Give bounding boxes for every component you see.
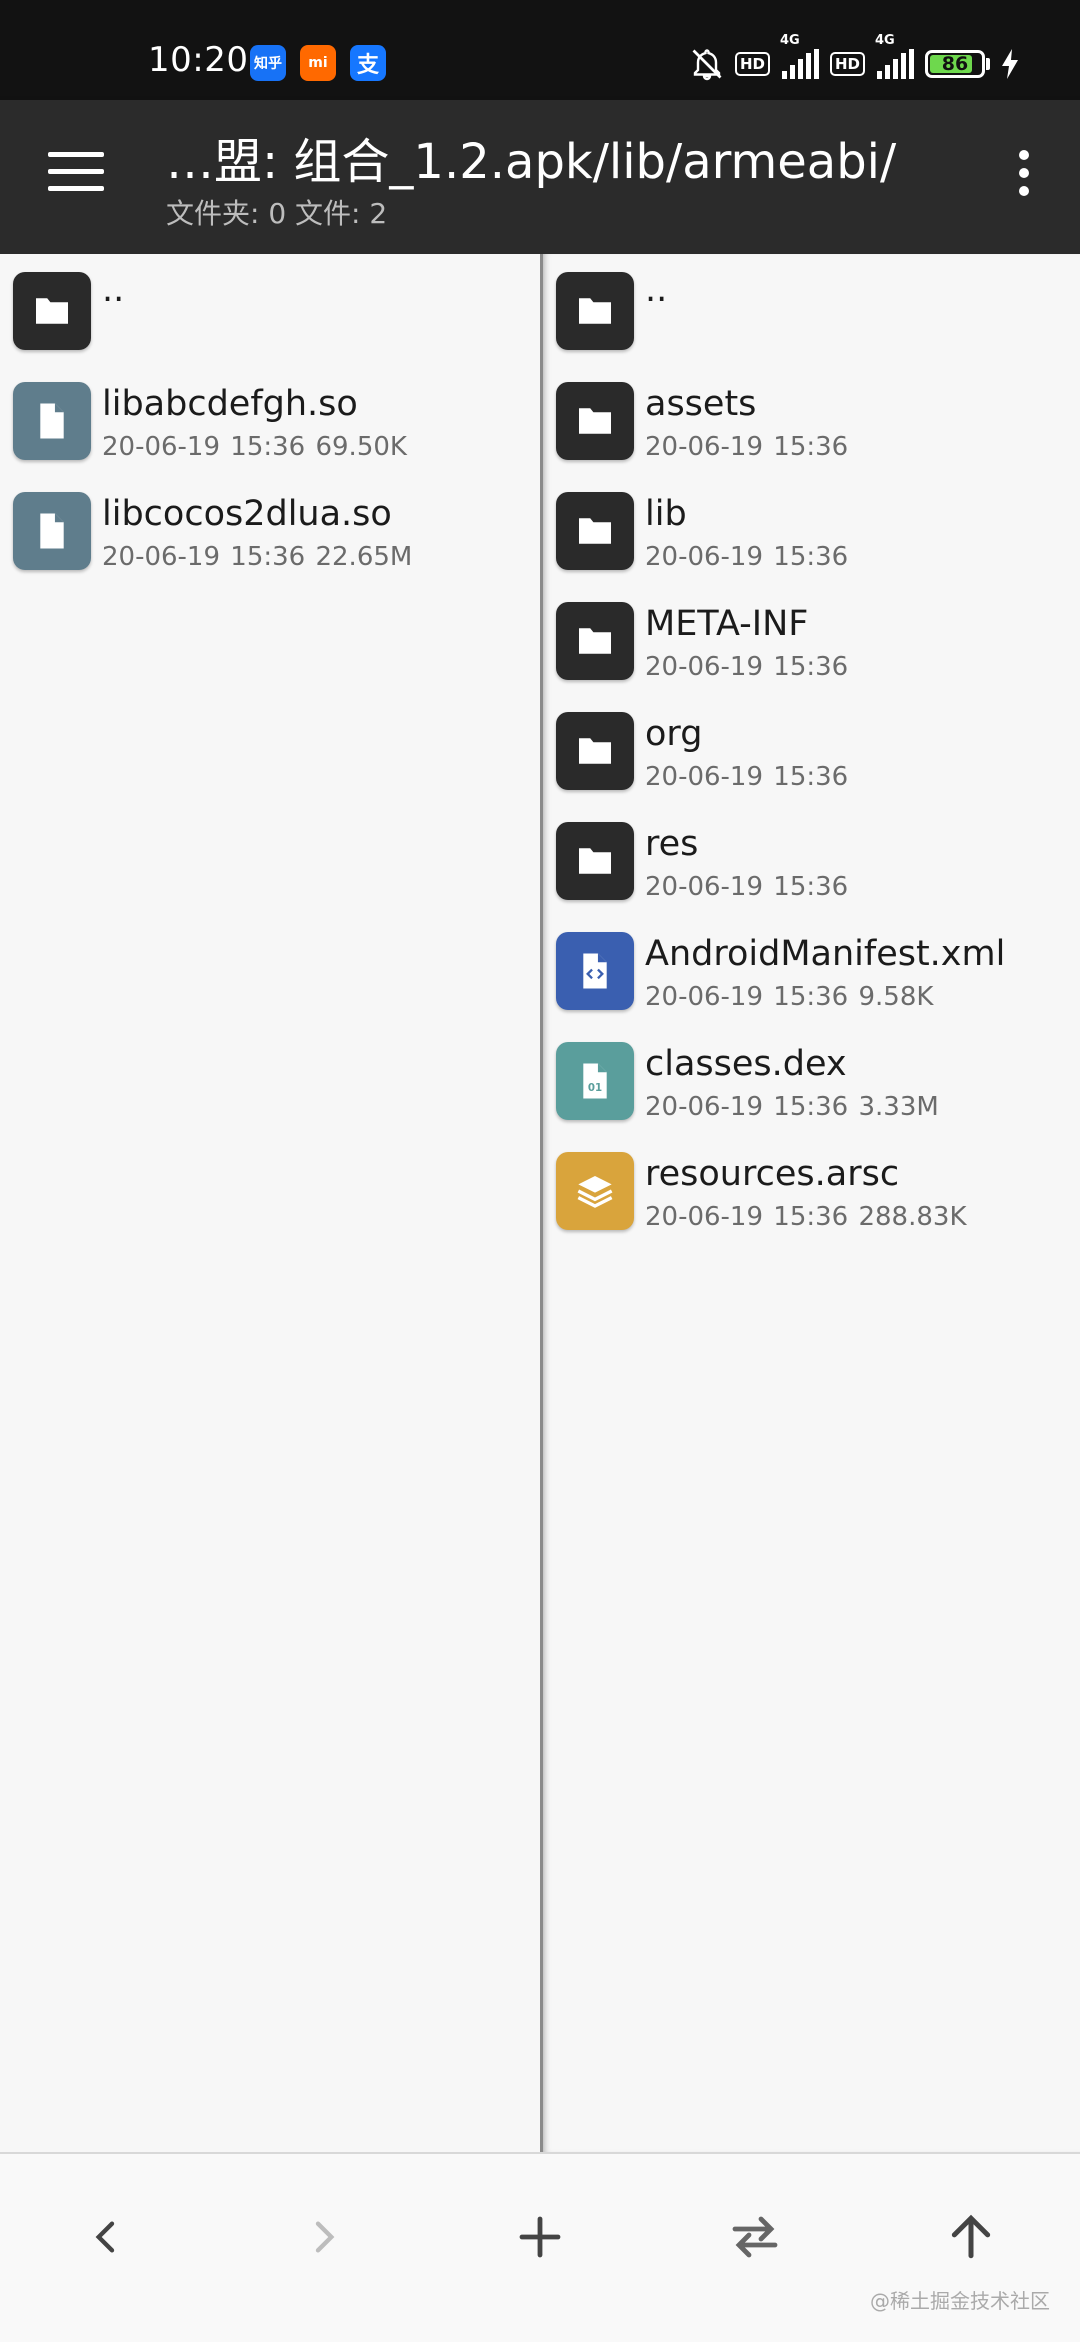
file-meta: 20-06-19 15:36 (645, 432, 849, 462)
list-item[interactable]: .. (543, 260, 1080, 370)
file-meta: 20-06-19 15:36 288.83K (645, 1202, 967, 1232)
hd-badge-2: HD (829, 52, 865, 76)
status-icons: HD 4G HD 4G 86 (689, 33, 1020, 82)
add-icon (519, 2216, 561, 2258)
mi-icon: mi (300, 45, 336, 81)
zhihu-icon: 知乎 (250, 45, 286, 81)
file-name: res (645, 824, 699, 864)
battery-percent: 86 (941, 53, 969, 75)
hd-badge: HD (734, 52, 770, 76)
more-options-icon[interactable] (1014, 150, 1034, 204)
folder-icon (556, 272, 634, 350)
up-arrow-icon (951, 2214, 991, 2259)
file-icon (13, 382, 91, 460)
layers-icon (556, 1152, 634, 1230)
network-label-2: 4G (875, 33, 895, 48)
binary-file-icon: 01 (556, 1042, 634, 1120)
list-item[interactable]: res 20-06-19 15:36 (543, 810, 1080, 920)
file-name: resources.arsc (645, 1154, 900, 1194)
list-item[interactable]: .. (0, 260, 540, 370)
svg-text:01: 01 (588, 1083, 602, 1094)
file-name: lib (645, 494, 687, 534)
network-label: 4G (779, 33, 800, 48)
code-file-icon (556, 932, 634, 1010)
parent-dir-button[interactable] (926, 2192, 1016, 2282)
list-item[interactable]: assets 20-06-19 15:36 (543, 370, 1080, 480)
left-file-pane[interactable]: .. libabcdefgh.so 20-06-19 15:36 69.50K … (0, 254, 540, 2152)
file-name: META-INF (645, 604, 809, 644)
file-meta: 20-06-19 15:36 69.50K (102, 432, 407, 462)
bottom-navigation-bar: @稀土掘金技术社区 (0, 2152, 1080, 2342)
folder-icon (556, 712, 634, 790)
file-name: .. (102, 270, 125, 310)
folder-file-count: 文件夹: 0 文件: 2 (166, 197, 388, 230)
list-item[interactable]: libcocos2dlua.so 20-06-19 15:36 22.65M (0, 480, 540, 590)
right-file-pane[interactable]: .. assets 20-06-19 15:36 lib 20-06-19 15… (543, 254, 1080, 2152)
back-icon (95, 2221, 115, 2253)
signal-icon: 4G (780, 33, 820, 79)
status-time: 10:20 (148, 40, 249, 80)
list-item[interactable]: libabcdefgh.so 20-06-19 15:36 69.50K (0, 370, 540, 480)
list-item[interactable]: 01 classes.dex 20-06-19 15:36 3.33M (543, 1030, 1080, 1140)
forward-icon (315, 2221, 335, 2253)
file-name: assets (645, 384, 757, 424)
back-button[interactable] (62, 2192, 152, 2282)
list-item[interactable]: META-INF 20-06-19 15:36 (543, 590, 1080, 700)
file-meta: 20-06-19 15:36 9.58K (645, 982, 934, 1012)
charging-icon (1000, 49, 1020, 79)
file-meta: 20-06-19 15:36 22.65M (102, 542, 413, 572)
folder-icon (556, 492, 634, 570)
file-name: AndroidManifest.xml (645, 934, 1006, 974)
path-title: …盟: 组合_1.2.apk/lib/armeabi/ (166, 134, 897, 190)
menu-icon[interactable] (48, 152, 104, 196)
swap-panes-button[interactable] (710, 2192, 800, 2282)
swap-icon (732, 2216, 778, 2258)
file-name: .. (645, 270, 668, 310)
app-toolbar: …盟: 组合_1.2.apk/lib/armeabi/ 文件夹: 0 文件: 2 (0, 100, 1080, 254)
file-name: libabcdefgh.so (102, 384, 358, 424)
battery-icon: 86 (925, 50, 990, 78)
status-bar: 10:20 知乎 mi 支 HD 4G HD 4G 86 (0, 0, 1080, 100)
folder-icon (556, 602, 634, 680)
folder-icon (13, 272, 91, 350)
file-meta: 20-06-19 15:36 3.33M (645, 1092, 939, 1122)
list-item[interactable]: lib 20-06-19 15:36 (543, 480, 1080, 590)
file-meta: 20-06-19 15:36 (645, 872, 849, 902)
folder-icon (556, 382, 634, 460)
watermark: @稀土掘金技术社区 (870, 2289, 1050, 2313)
list-item[interactable]: resources.arsc 20-06-19 15:36 288.83K (543, 1140, 1080, 1250)
forward-button[interactable] (278, 2192, 368, 2282)
file-meta: 20-06-19 15:36 (645, 542, 849, 572)
folder-icon (556, 822, 634, 900)
bell-off-icon (689, 46, 725, 82)
add-button[interactable] (495, 2192, 585, 2282)
file-name: classes.dex (645, 1044, 847, 1084)
file-name: libcocos2dlua.so (102, 494, 392, 534)
file-name: org (645, 714, 703, 754)
file-meta: 20-06-19 15:36 (645, 762, 849, 792)
list-item[interactable]: org 20-06-19 15:36 (543, 700, 1080, 810)
alipay-icon: 支 (350, 45, 386, 81)
file-icon (13, 492, 91, 570)
signal-icon-2: 4G (875, 33, 915, 79)
file-meta: 20-06-19 15:36 (645, 652, 849, 682)
list-item[interactable]: AndroidManifest.xml 20-06-19 15:36 9.58K (543, 920, 1080, 1030)
